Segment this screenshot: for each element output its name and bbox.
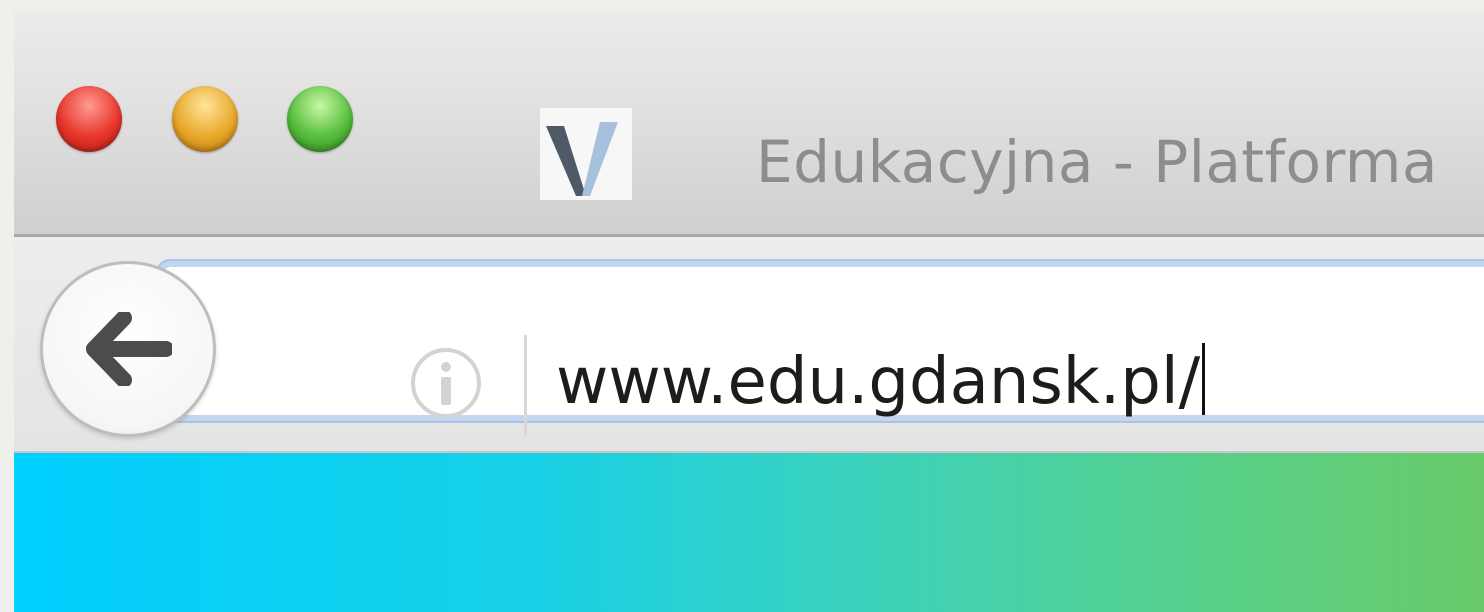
info-icon[interactable] — [408, 345, 484, 421]
site-favicon — [540, 108, 632, 200]
back-arrow-icon — [86, 312, 172, 386]
zoom-window-button[interactable] — [287, 86, 353, 152]
title-bar: Edukacyjna - Platforma — [14, 10, 1484, 237]
text-caret — [1202, 343, 1206, 415]
page-content-banner — [14, 453, 1484, 612]
address-bar[interactable]: www.edu.gdansk.pl/ — [164, 267, 1484, 435]
tab-title: Edukacyjna - Platforma — [756, 128, 1438, 196]
url-value: www.edu.gdansk.pl/ — [556, 345, 1201, 419]
close-window-button[interactable] — [56, 86, 122, 152]
v-logo-icon — [546, 122, 618, 196]
navigation-toolbar: www.edu.gdansk.pl/ — [14, 237, 1484, 453]
back-button[interactable] — [40, 261, 216, 437]
minimize-window-button[interactable] — [172, 86, 238, 152]
browser-window: Edukacyjna - Platforma www.edu.gdansk.pl… — [14, 10, 1484, 612]
address-bar-divider — [524, 335, 527, 435]
url-input[interactable]: www.edu.gdansk.pl/ — [556, 341, 1206, 423]
